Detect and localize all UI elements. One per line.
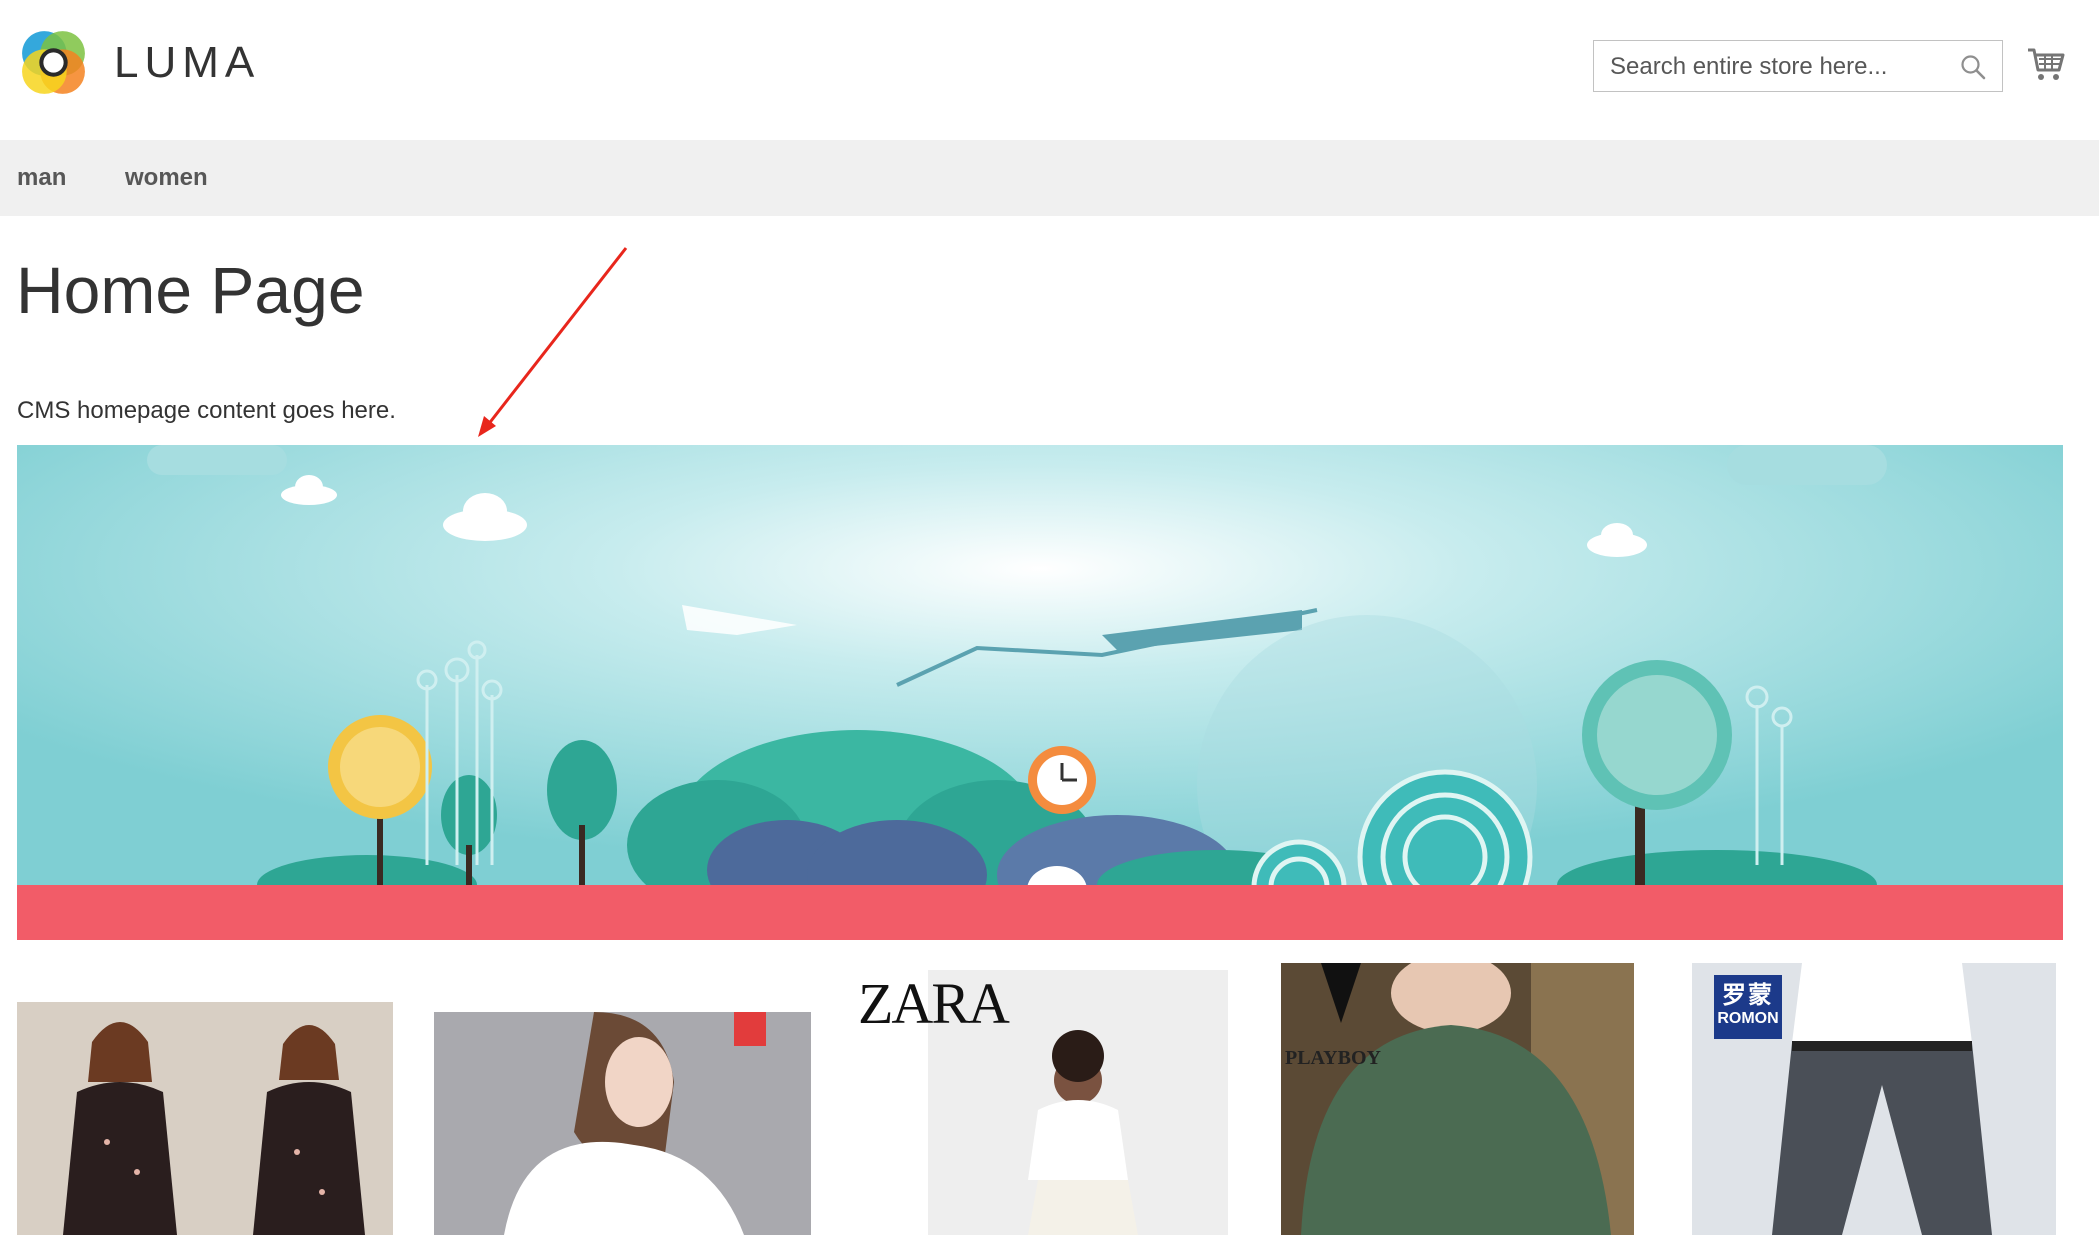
- page-header: LUMA: [0, 0, 2099, 140]
- product-image-3[interactable]: ZARA: [854, 966, 1228, 1235]
- cms-content-text: CMS homepage content goes here.: [17, 397, 396, 424]
- search-input[interactable]: [1608, 49, 1952, 85]
- product-photo: [1281, 963, 1634, 1235]
- nav-item-man[interactable]: man: [17, 164, 66, 192]
- main-navigation: man women: [0, 140, 2099, 216]
- brand-name-cn: 罗蒙: [1722, 982, 1774, 1009]
- product-image-4[interactable]: PLAYBOY: [1281, 963, 1634, 1235]
- logo-text: LUMA: [114, 37, 261, 87]
- brand-logo-playboy: PLAYBOY: [1285, 1047, 1381, 1069]
- store-logo[interactable]: LUMA: [17, 26, 260, 99]
- product-image-5[interactable]: 罗蒙 ROMON: [1692, 963, 2056, 1235]
- annotation-arrow-icon: [478, 247, 628, 437]
- brand-name-en: ROMON: [1717, 1010, 1779, 1027]
- luma-logo-icon: [22, 31, 85, 94]
- brand-logo-romon: 罗蒙 ROMON: [1714, 975, 1782, 1039]
- page-title: Home Page: [16, 253, 365, 327]
- product-image-1[interactable]: [17, 1002, 393, 1235]
- nav-item-women[interactable]: women: [125, 164, 208, 192]
- brand-logo-zara: ZARA: [858, 971, 1010, 1036]
- search-box[interactable]: [1593, 40, 2003, 92]
- cart-icon[interactable]: [2026, 44, 2066, 84]
- product-image-2[interactable]: [434, 1012, 811, 1235]
- search-icon[interactable]: [1960, 54, 1986, 80]
- home-banner-image: [17, 445, 2063, 940]
